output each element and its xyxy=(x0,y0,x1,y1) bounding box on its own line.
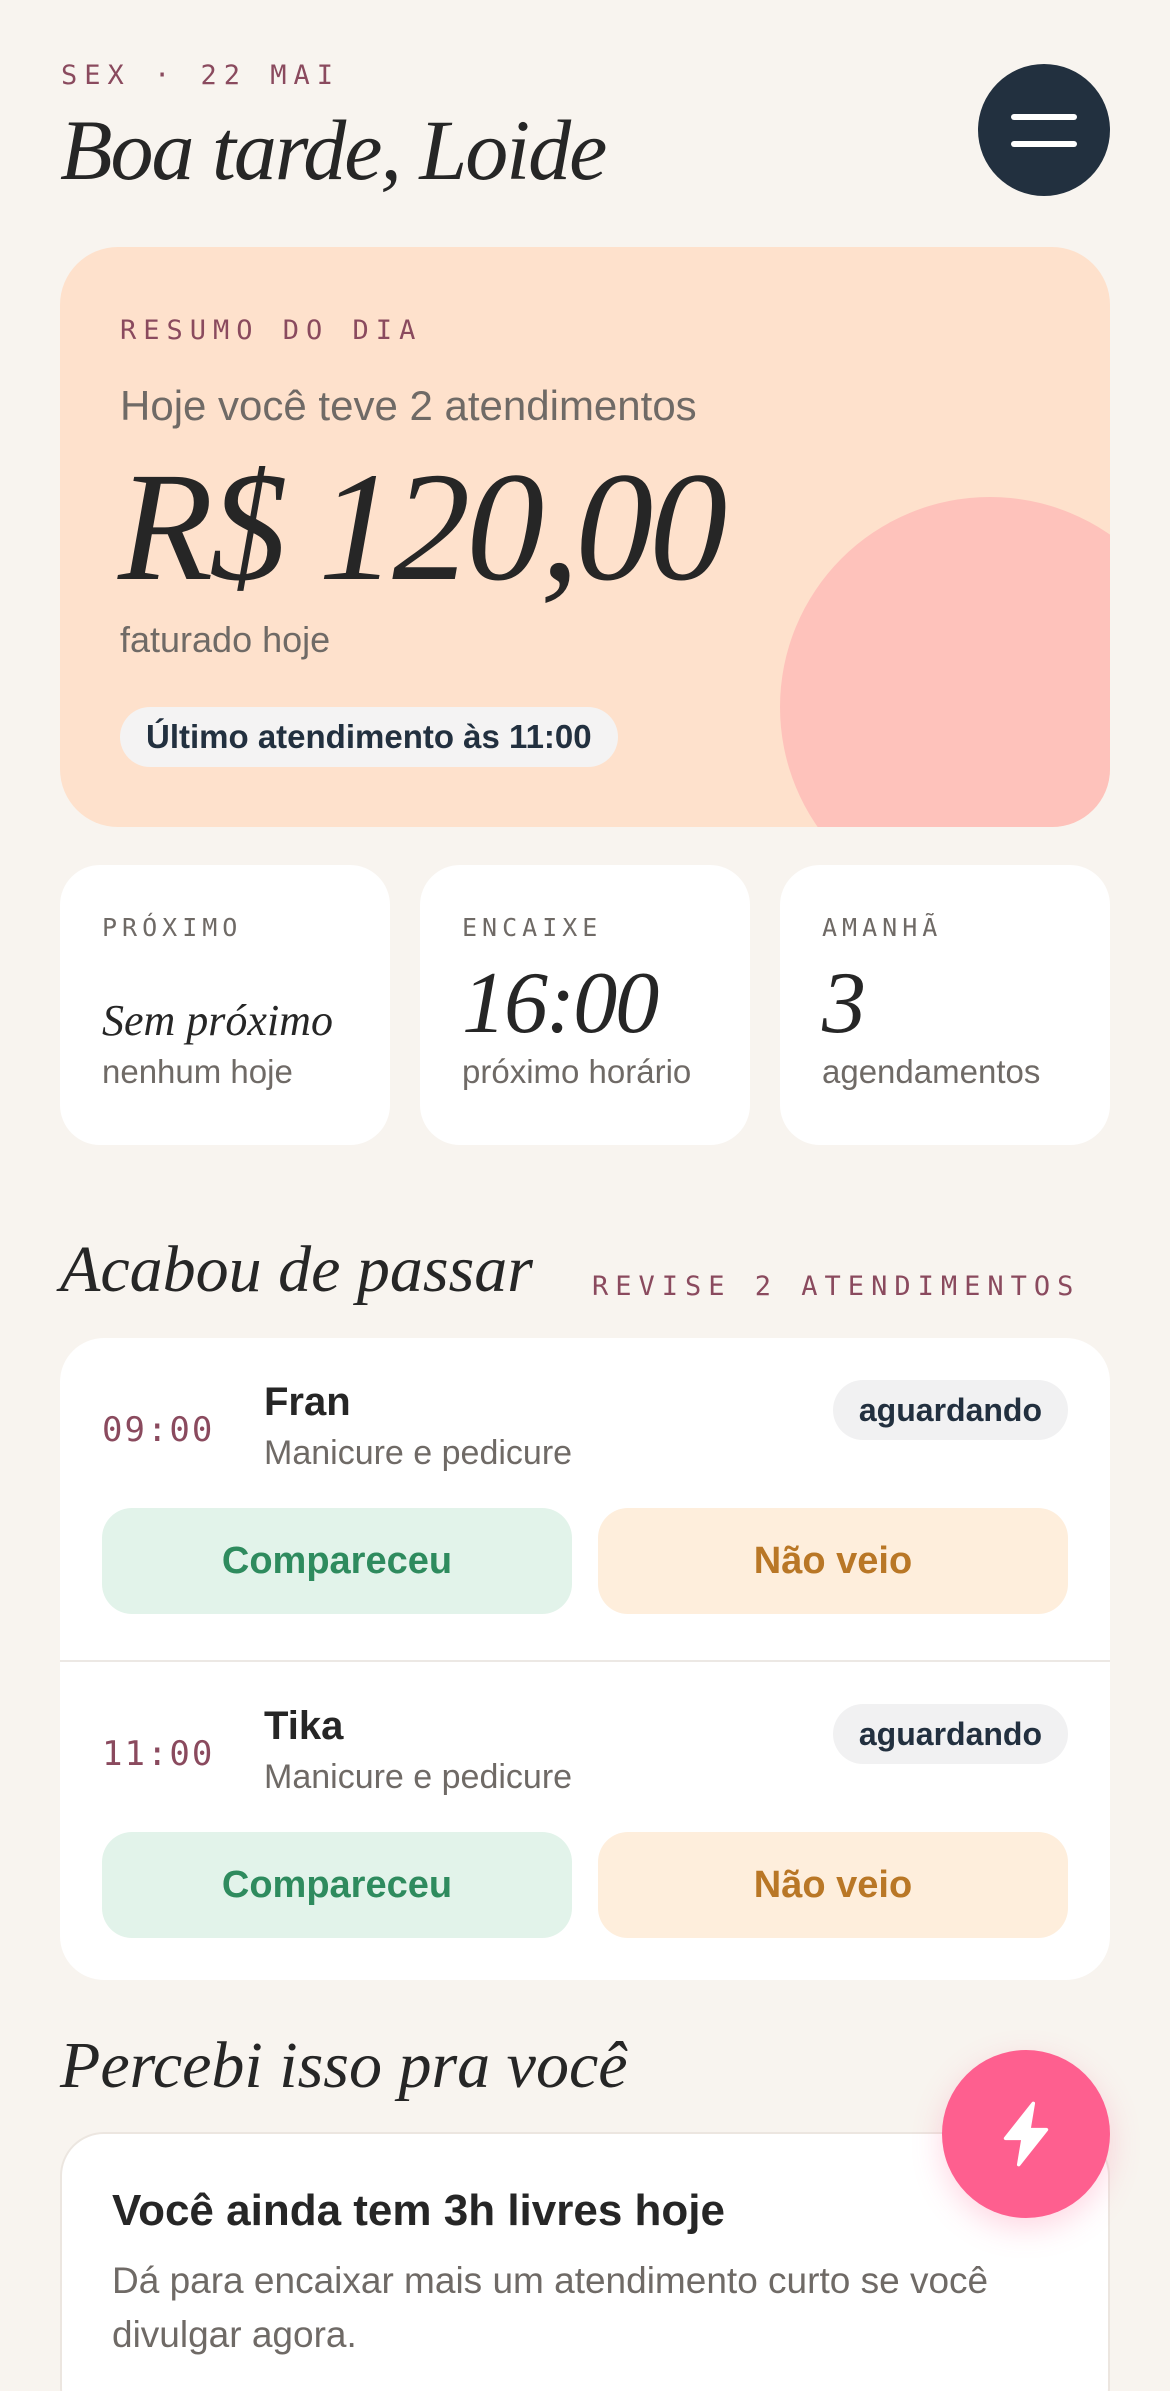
menu-button[interactable] xyxy=(978,64,1110,196)
stat-card-slot[interactable]: ENCAIXE 16:00 próximo horário xyxy=(420,865,750,1145)
stat-kicker: ENCAIXE xyxy=(462,913,603,942)
insight-title: Você ainda tem 3h livres hoje xyxy=(112,2186,725,2235)
service-name: Manicure e pedicure xyxy=(264,1434,573,1472)
stat-kicker: PRÓXIMO xyxy=(102,913,243,942)
no-show-button[interactable]: Não veio xyxy=(598,1832,1068,1938)
stat-caption: agendamentos xyxy=(822,1053,1041,1090)
appointment-row: 09:00 Fran Manicure e pedicure aguardand… xyxy=(60,1338,1110,1660)
date-label: SEX · 22 MAI xyxy=(61,60,341,91)
stat-card-tomorrow[interactable]: AMANHÃ 3 agendamentos xyxy=(780,865,1110,1145)
summary-headline: Hoje você teve 2 atendimentos xyxy=(120,382,697,429)
status-badge: aguardando xyxy=(832,1704,1068,1764)
stat-value: Sem próximo xyxy=(102,996,333,1045)
revenue-caption: faturado hoje xyxy=(120,619,331,660)
appointment-time: 11:00 xyxy=(102,1734,215,1774)
lightning-icon xyxy=(1003,2101,1049,2167)
insight-body: Dá para encaixar mais um atendimento cur… xyxy=(112,2260,989,2355)
revenue-amount: R$ 120,00 xyxy=(118,440,727,613)
attended-button[interactable]: Compareceu xyxy=(102,1832,572,1938)
recent-appointments-list: 09:00 Fran Manicure e pedicure aguardand… xyxy=(60,1338,1110,1980)
stat-value: 16:00 xyxy=(462,955,659,1052)
stat-caption: nenhum hoje xyxy=(102,1053,293,1090)
section-title-recent: Acabou de passar xyxy=(60,1233,533,1306)
attended-button[interactable]: Compareceu xyxy=(102,1508,572,1614)
status-badge: aguardando xyxy=(832,1380,1068,1440)
stat-value: 3 xyxy=(822,955,866,1052)
decorative-circle xyxy=(780,497,1110,827)
no-show-button[interactable]: Não veio xyxy=(598,1508,1068,1614)
section-title-insights: Percebi isso pra você xyxy=(60,2029,628,2102)
stat-card-next[interactable]: PRÓXIMO Sem próximo nenhum hoje xyxy=(60,865,390,1145)
appointment-time: 09:00 xyxy=(102,1410,215,1450)
greeting-title: Boa tarde, Loide xyxy=(60,102,607,198)
quick-action-button[interactable] xyxy=(942,2050,1110,2218)
stat-caption: próximo horário xyxy=(462,1053,692,1090)
daily-summary-card: RESUMO DO DIA Hoje você teve 2 atendimen… xyxy=(60,247,1110,827)
review-note: REVISE 2 ATENDIMENTOS xyxy=(592,1271,1081,1302)
summary-kicker: RESUMO DO DIA xyxy=(120,315,423,346)
appointment-row: 11:00 Tika Manicure e pedicure aguardand… xyxy=(60,1660,1110,1980)
service-name: Manicure e pedicure xyxy=(264,1758,573,1796)
stat-kicker: AMANHÃ xyxy=(822,913,943,942)
last-appointment-badge: Último atendimento às 11:00 xyxy=(120,707,618,767)
client-name: Fran xyxy=(264,1380,351,1424)
hamburger-menu-icon xyxy=(1011,113,1077,147)
client-name: Tika xyxy=(264,1704,344,1748)
